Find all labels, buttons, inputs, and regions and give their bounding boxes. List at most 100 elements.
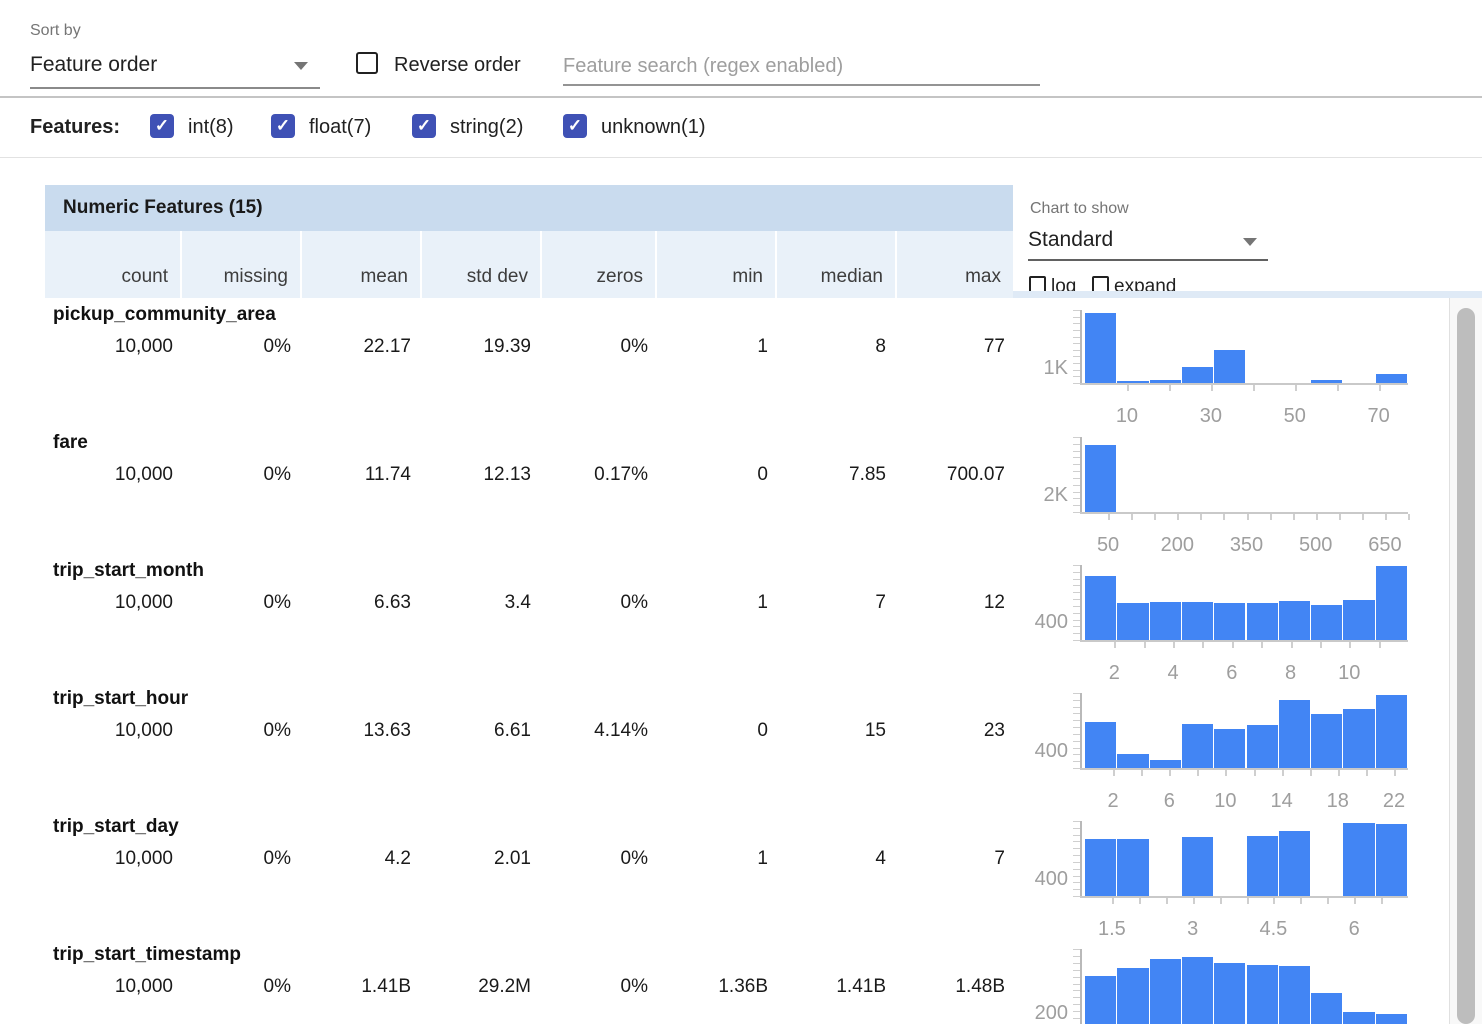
y-axis-tick — [1073, 599, 1080, 600]
histogram-bar — [1085, 576, 1116, 640]
x-axis-tick — [1202, 642, 1204, 648]
feature-filter-checkbox-float[interactable]: ✓ — [271, 114, 295, 138]
x-axis-label: 30 — [1200, 405, 1222, 428]
y-axis-tick — [1073, 841, 1080, 842]
histogram-trip_start_day[interactable]: 4001.534.56 — [0, 812, 1482, 940]
y-axis-tick — [1073, 1011, 1080, 1012]
histogram-bar — [1117, 603, 1148, 640]
x-axis — [1080, 896, 1408, 898]
sort-by-select[interactable]: Feature order — [30, 53, 157, 77]
x-axis-tick — [1225, 770, 1227, 776]
histogram-bar — [1343, 823, 1374, 896]
column-header-mean[interactable]: mean — [300, 231, 420, 298]
facets-overview: Sort by Feature order Reverse order Feat… — [0, 0, 1482, 1024]
feature-filter-checkbox-int[interactable]: ✓ — [150, 114, 174, 138]
y-axis-tick — [1073, 990, 1080, 991]
chart-type-select[interactable]: Standard — [1028, 228, 1113, 252]
y-axis — [1080, 821, 1082, 897]
sort-by-label: Sort by — [30, 22, 81, 40]
y-axis-tick — [1073, 977, 1080, 978]
sort-by-underline — [30, 87, 320, 89]
x-axis-tick — [1200, 514, 1202, 520]
y-axis-tick — [1073, 498, 1080, 499]
x-axis-tick — [1232, 642, 1234, 648]
x-axis-tick — [1253, 385, 1255, 391]
histogram-bar — [1150, 380, 1181, 383]
table-row: trip_start_hour10,0000%13.636.614.14%015… — [0, 684, 1482, 812]
histogram-bar — [1279, 601, 1310, 640]
y-axis-tick — [1073, 310, 1080, 311]
feature-filter-label: string(2) — [450, 116, 523, 139]
feature-filter-label: unknown(1) — [601, 116, 706, 139]
y-axis-tick — [1073, 889, 1080, 890]
table-row: pickup_community_area10,0000%22.1719.390… — [0, 300, 1482, 428]
x-axis-label: 22 — [1383, 790, 1405, 813]
feature-search-input[interactable] — [563, 48, 1040, 86]
histogram-trip_start_month[interactable]: 400246810 — [0, 556, 1482, 684]
y-axis-tick — [1073, 350, 1080, 351]
histogram-fare[interactable]: 2K50200350500650 — [0, 428, 1482, 556]
x-axis-tick — [1366, 770, 1368, 776]
x-axis-tick — [1131, 514, 1133, 520]
histogram-bar — [1279, 700, 1310, 768]
y-axis — [1080, 437, 1082, 513]
y-axis-tick — [1073, 997, 1080, 998]
histogram-bar — [1376, 374, 1407, 383]
y-axis-tick — [1073, 984, 1080, 985]
histogram-bar — [1247, 965, 1278, 1024]
chevron-down-icon[interactable] — [1243, 238, 1257, 246]
histogram-trip_start_timestamp[interactable]: 200 — [0, 940, 1482, 1024]
x-axis-label: 50 — [1284, 405, 1306, 428]
histogram-bar — [1150, 760, 1181, 768]
x-axis-tick — [1169, 770, 1171, 776]
histogram-bar — [1085, 313, 1116, 383]
y-axis — [1080, 949, 1082, 1024]
scrollbar-track[interactable] — [1449, 298, 1482, 1024]
feature-filter-checkbox-string[interactable]: ✓ — [412, 114, 436, 138]
y-axis-tick — [1073, 700, 1080, 701]
x-axis-tick — [1295, 385, 1297, 391]
x-axis-tick — [1261, 642, 1263, 648]
y-axis-tick — [1073, 869, 1080, 870]
column-header-count[interactable]: count — [45, 231, 180, 298]
histogram-bar — [1214, 350, 1245, 383]
column-header-std-dev[interactable]: std dev — [420, 231, 540, 298]
x-axis-tick — [1354, 898, 1356, 904]
x-axis-label: 10 — [1338, 662, 1360, 685]
x-axis-tick — [1339, 514, 1341, 520]
histogram-bar — [1117, 754, 1148, 768]
x-axis-tick — [1282, 770, 1284, 776]
histogram-pickup_community_area[interactable]: 1K10305070 — [0, 300, 1482, 428]
chevron-down-icon[interactable] — [294, 62, 308, 70]
x-axis-label: 50 — [1097, 534, 1119, 557]
column-header-label: std dev — [467, 266, 528, 288]
x-axis-tick — [1291, 642, 1293, 648]
y-axis-tick — [1073, 1004, 1080, 1005]
x-axis-tick — [1327, 898, 1329, 904]
y-axis-tick — [1073, 855, 1080, 856]
table-row: trip_start_timestamp10,0000%1.41B29.2M0%… — [0, 940, 1482, 1024]
table-row: trip_start_month10,0000%6.633.40%1712400… — [0, 556, 1482, 684]
column-header-zeros[interactable]: zeros — [540, 231, 655, 298]
y-axis-label: 400 — [1020, 740, 1068, 763]
x-axis-tick — [1223, 514, 1225, 520]
x-axis — [1080, 768, 1408, 770]
y-axis-tick — [1073, 741, 1080, 742]
reverse-order-checkbox[interactable] — [356, 52, 378, 74]
column-header-max[interactable]: max — [895, 231, 1013, 298]
y-axis-tick — [1073, 437, 1080, 438]
y-axis-tick — [1073, 572, 1080, 573]
column-header-min[interactable]: min — [655, 231, 775, 298]
numeric-features-header: Numeric Features (15) — [45, 185, 1013, 231]
y-axis — [1080, 310, 1082, 384]
histogram-bar — [1150, 602, 1181, 640]
x-axis-tick — [1112, 898, 1114, 904]
column-header-missing[interactable]: missing — [180, 231, 300, 298]
y-axis-tick — [1073, 579, 1080, 580]
feature-filter-checkbox-unknown[interactable]: ✓ — [563, 114, 587, 138]
y-axis-tick — [1073, 693, 1080, 694]
column-header-median[interactable]: median — [775, 231, 895, 298]
x-axis-tick — [1293, 514, 1295, 520]
scrollbar-thumb[interactable] — [1457, 308, 1475, 1024]
histogram-trip_start_hour[interactable]: 4002610141822 — [0, 684, 1482, 812]
